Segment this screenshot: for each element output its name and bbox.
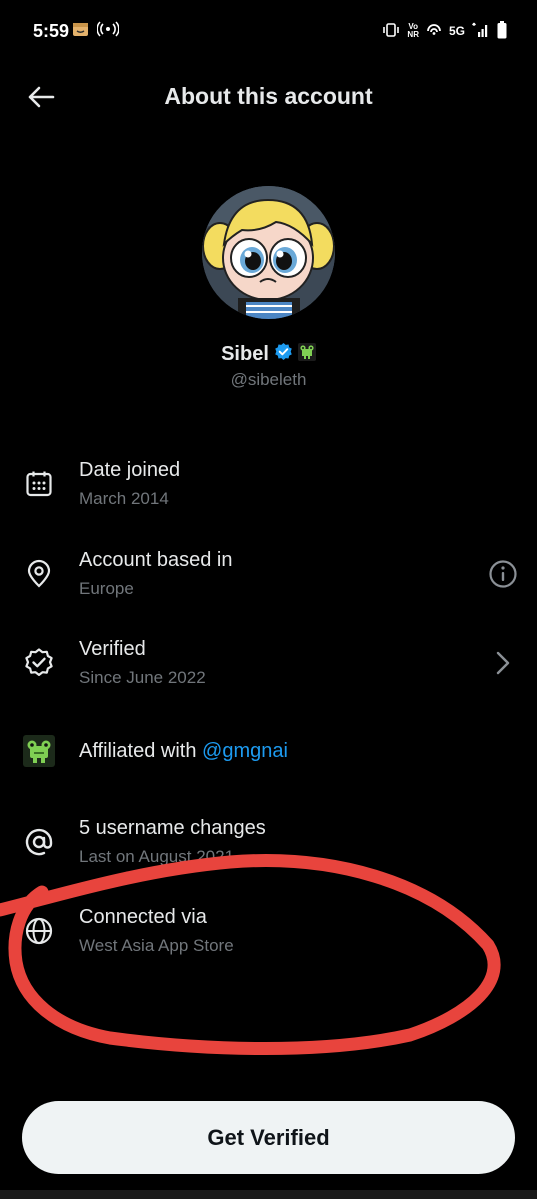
connected-via-value: West Asia App Store: [79, 936, 234, 955]
profile-name-row: Sibel: [0, 342, 537, 366]
affiliate-logo-icon: [22, 734, 56, 768]
vibrate-icon: [382, 22, 400, 40]
verified-badge-icon[interactable]: [274, 342, 293, 366]
account-based-label: Account based in: [79, 549, 233, 571]
username-changes-row: 5 username changes Last on August 2021: [0, 808, 537, 878]
location-pin-icon: [22, 557, 56, 591]
page-title: About this account: [164, 83, 373, 109]
gesture-bar: [0, 1190, 537, 1199]
affiliated-text: Affiliated with @gmgnai: [79, 740, 288, 763]
verified-label: Verified: [79, 638, 146, 660]
battery-icon: [497, 20, 507, 42]
chevron-right-icon[interactable]: [487, 647, 519, 679]
status-time: 5:59: [33, 21, 70, 41]
info-button[interactable]: [487, 558, 519, 590]
signal-icon: [472, 22, 490, 41]
get-verified-button[interactable]: Get Verified: [22, 1101, 515, 1174]
wifi-calling-icon: [426, 22, 442, 41]
globe-icon: [22, 914, 56, 948]
package-notification-icon: [72, 20, 89, 42]
affiliated-row: Affiliated with @gmgnai: [0, 718, 537, 788]
verified-outline-icon: [22, 646, 56, 680]
account-based-value: Europe: [79, 579, 134, 598]
status-notification-icons: [72, 18, 120, 44]
affiliate-badge-icon[interactable]: [297, 342, 316, 366]
avatar-illustration: [202, 186, 335, 319]
vonr-badge: Vo NR: [407, 23, 419, 39]
status-system-icons: Vo NR 5G: [382, 20, 507, 42]
connected-via-label: Connected via: [79, 906, 207, 928]
account-based-row: Account based in Europe: [0, 540, 537, 610]
affiliated-label: Affiliated with: [79, 740, 197, 762]
top-app-bar: About this account: [0, 70, 537, 122]
affiliated-handle-link[interactable]: @gmgnai: [202, 740, 288, 762]
profile-avatar[interactable]: [202, 186, 335, 319]
username-changes-label: 5 username changes: [79, 817, 266, 839]
status-bar: 5:59 Vo NR 5G: [0, 0, 537, 60]
username-changes-value: Last on August 2021: [79, 847, 235, 866]
network-type-label: 5G: [448, 24, 465, 38]
info-icon: [489, 560, 517, 588]
hotspot-icon: [96, 20, 120, 42]
profile-handle: @sibeleth: [230, 370, 307, 389]
calendar-icon: [22, 467, 56, 501]
date-joined-row: Date joined March 2014: [0, 450, 537, 520]
verified-row[interactable]: Verified Since June 2022: [0, 629, 537, 699]
profile-name: Sibel: [221, 342, 269, 365]
connected-via-row: Connected via West Asia App Store: [0, 897, 537, 967]
date-joined-label: Date joined: [79, 459, 181, 481]
vonr-badge-bottom: NR: [407, 30, 419, 39]
verified-value: Since June 2022: [79, 668, 206, 687]
date-joined-value: March 2014: [79, 489, 169, 508]
at-sign-icon: [22, 825, 56, 859]
